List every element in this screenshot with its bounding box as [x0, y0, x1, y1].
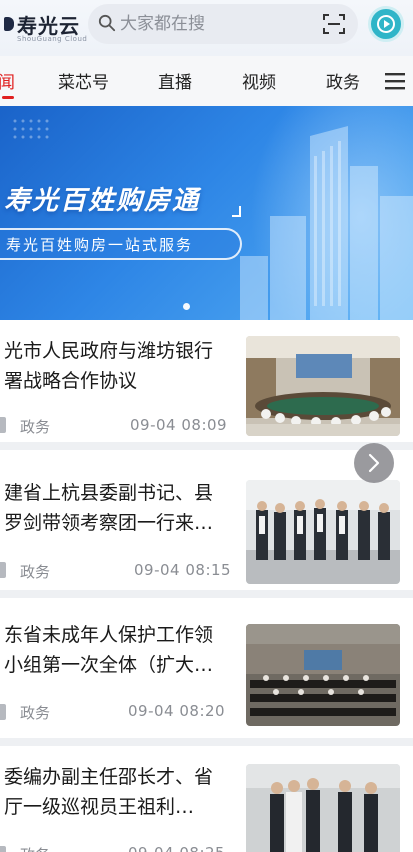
list-divider — [0, 590, 413, 598]
banner-corner-icon — [232, 206, 241, 217]
tab-news[interactable]: 闻 — [0, 68, 15, 93]
play-icon — [377, 15, 395, 33]
news-title-line1: 东省未成年人保护工作领 — [4, 624, 214, 646]
menu-icon[interactable] — [385, 72, 405, 90]
tab-video[interactable]: 视频 — [242, 68, 276, 93]
list-divider — [0, 442, 413, 450]
search-input[interactable] — [120, 10, 300, 38]
tab-live[interactable]: 直播 — [158, 68, 192, 93]
banner-subtitle: 寿光百姓购房一站式服务 — [6, 236, 194, 254]
news-time: 09-04 08:25 — [128, 844, 225, 852]
list-divider — [0, 738, 413, 746]
news-title-line2: 署战略合作协议 — [4, 370, 138, 392]
news-category: 政务 — [20, 418, 51, 436]
news-title-line1: 建省上杭县委副书记、县 — [4, 482, 214, 504]
news-item[interactable]: 委编办副主任邵长才、省 厅一级巡视员王祖利… 政务 09-04 08:25 — [0, 746, 413, 852]
news-category: 政务 — [20, 563, 51, 581]
scan-icon[interactable] — [322, 12, 346, 36]
news-thumbnail[interactable] — [246, 764, 400, 852]
news-title-line2: 罗剑带领考察团一行来… — [4, 512, 214, 534]
news-title-line1: 委编办副主任邵长才、省 — [4, 766, 214, 788]
news-time: 09-04 08:20 — [128, 702, 226, 720]
promo-banner[interactable]: 寿光百姓购房通 寿光百姓购房一站式服务 — [0, 106, 413, 320]
group-inspection-image — [246, 764, 400, 852]
news-category: 政务 — [20, 844, 50, 852]
news-category: 政务 — [20, 704, 51, 722]
next-page-button[interactable] — [354, 443, 394, 483]
search-bar[interactable] — [88, 4, 358, 44]
app-logo[interactable]: 寿光云 ShouGuang Cloud — [4, 6, 88, 46]
source-icon — [0, 704, 6, 720]
logo-mark-icon — [4, 17, 14, 31]
app-header: 寿光云 ShouGuang Cloud — [0, 0, 413, 56]
news-title-line2: 小组第一次全体（扩大… — [4, 654, 214, 676]
channel-tabs: 闻 菜芯号 直播 视频 政务 — [0, 56, 413, 106]
source-icon — [0, 562, 6, 578]
user-avatar[interactable] — [368, 6, 404, 42]
news-time: 09-04 08:15 — [134, 561, 232, 579]
logo-subtitle: ShouGuang Cloud — [17, 35, 88, 43]
source-icon — [0, 846, 6, 852]
news-item[interactable]: 光市人民政府与潍坊银行 署战略合作协议 政务 09-04 08:09 — [0, 320, 413, 442]
news-thumbnail[interactable] — [246, 480, 400, 584]
search-icon — [98, 14, 116, 32]
delegation-visit-image — [246, 480, 400, 584]
news-item[interactable]: 建省上杭县委副书记、县 罗剑带领考察团一行来… 政务 09-04 08:15 — [0, 450, 413, 590]
tab-government[interactable]: 政务 — [326, 68, 360, 93]
news-thumbnail[interactable] — [246, 336, 400, 436]
chevron-right-icon — [368, 453, 380, 473]
carousel-dot[interactable] — [183, 303, 190, 310]
tab-caixinhao[interactable]: 菜芯号 — [58, 68, 109, 93]
source-icon — [0, 417, 6, 433]
tab-active-indicator — [2, 96, 14, 99]
news-title-line2: 厅一级巡视员王祖利… — [4, 796, 195, 818]
meeting-room-image — [246, 336, 400, 436]
news-item[interactable]: 东省未成年人保护工作领 小组第一次全体（扩大… 政务 09-04 08:20 — [0, 598, 413, 738]
banner-title: 寿光百姓购房通 — [4, 186, 201, 216]
city-skyline-illustration — [240, 126, 413, 320]
conference-hall-image — [246, 624, 400, 726]
news-thumbnail[interactable] — [246, 624, 400, 726]
banner-dot-pattern-icon — [13, 119, 49, 139]
news-time: 09-04 08:09 — [130, 416, 228, 434]
news-title-line1: 光市人民政府与潍坊银行 — [4, 340, 214, 362]
